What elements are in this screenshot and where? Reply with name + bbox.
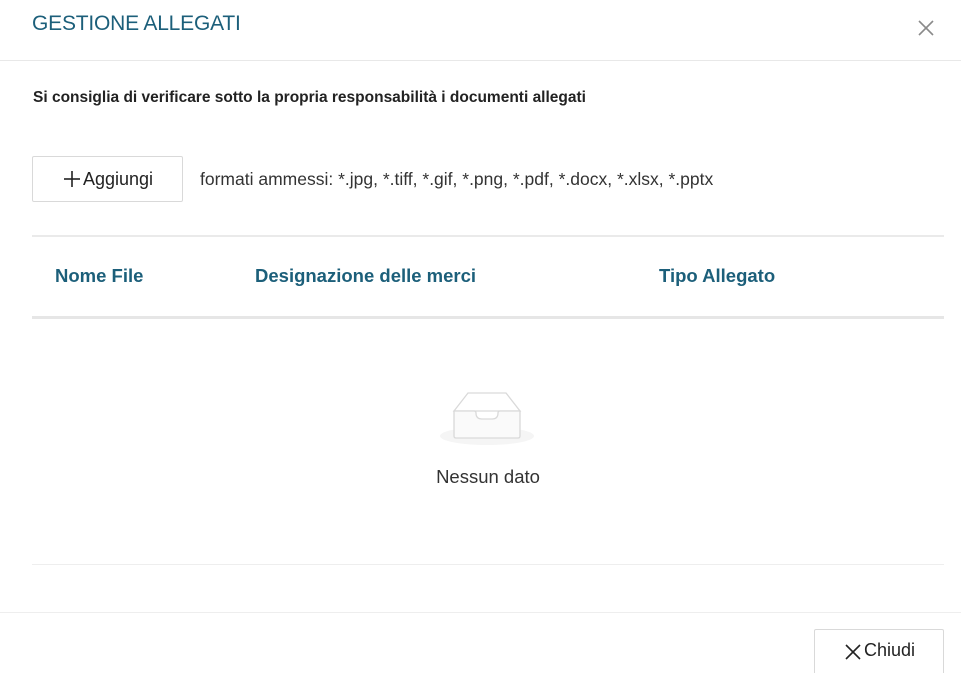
- footer-divider: [0, 612, 961, 613]
- column-header-goods-designation: Designazione delle merci: [255, 265, 477, 286]
- close-button[interactable]: Chiudi: [814, 629, 944, 673]
- responsibility-warning: Si consiglia di verificare sotto la prop…: [33, 89, 586, 106]
- close-button-label: Chiudi: [863, 639, 916, 660]
- empty-inbox-icon: [438, 385, 536, 451]
- column-header-file-name: Nome File: [55, 265, 144, 286]
- table-body: Nessun dato: [32, 319, 944, 565]
- attachments-modal: GESTIONE ALLEGATI Si consiglia di verifi…: [0, 0, 961, 673]
- close-icon: [843, 640, 863, 660]
- empty-state-text: Nessun dato: [436, 466, 540, 487]
- add-attachment-button[interactable]: Aggiungi: [32, 156, 183, 202]
- close-icon[interactable]: [913, 14, 939, 40]
- modal-header: GESTIONE ALLEGATI: [0, 0, 961, 61]
- modal-title: GESTIONE ALLEGATI: [32, 12, 241, 35]
- column-header-attachment-type: Tipo Allegato: [659, 265, 776, 286]
- allowed-formats: formati ammessi: *.jpg, *.tiff, *.gif, *…: [200, 169, 714, 189]
- table-header: Nome File Designazione delle merci Tipo …: [32, 235, 944, 319]
- plus-icon: [62, 169, 82, 189]
- attachments-table: Nome File Designazione delle merci Tipo …: [32, 235, 944, 565]
- add-attachment-label: Aggiungi: [82, 168, 154, 189]
